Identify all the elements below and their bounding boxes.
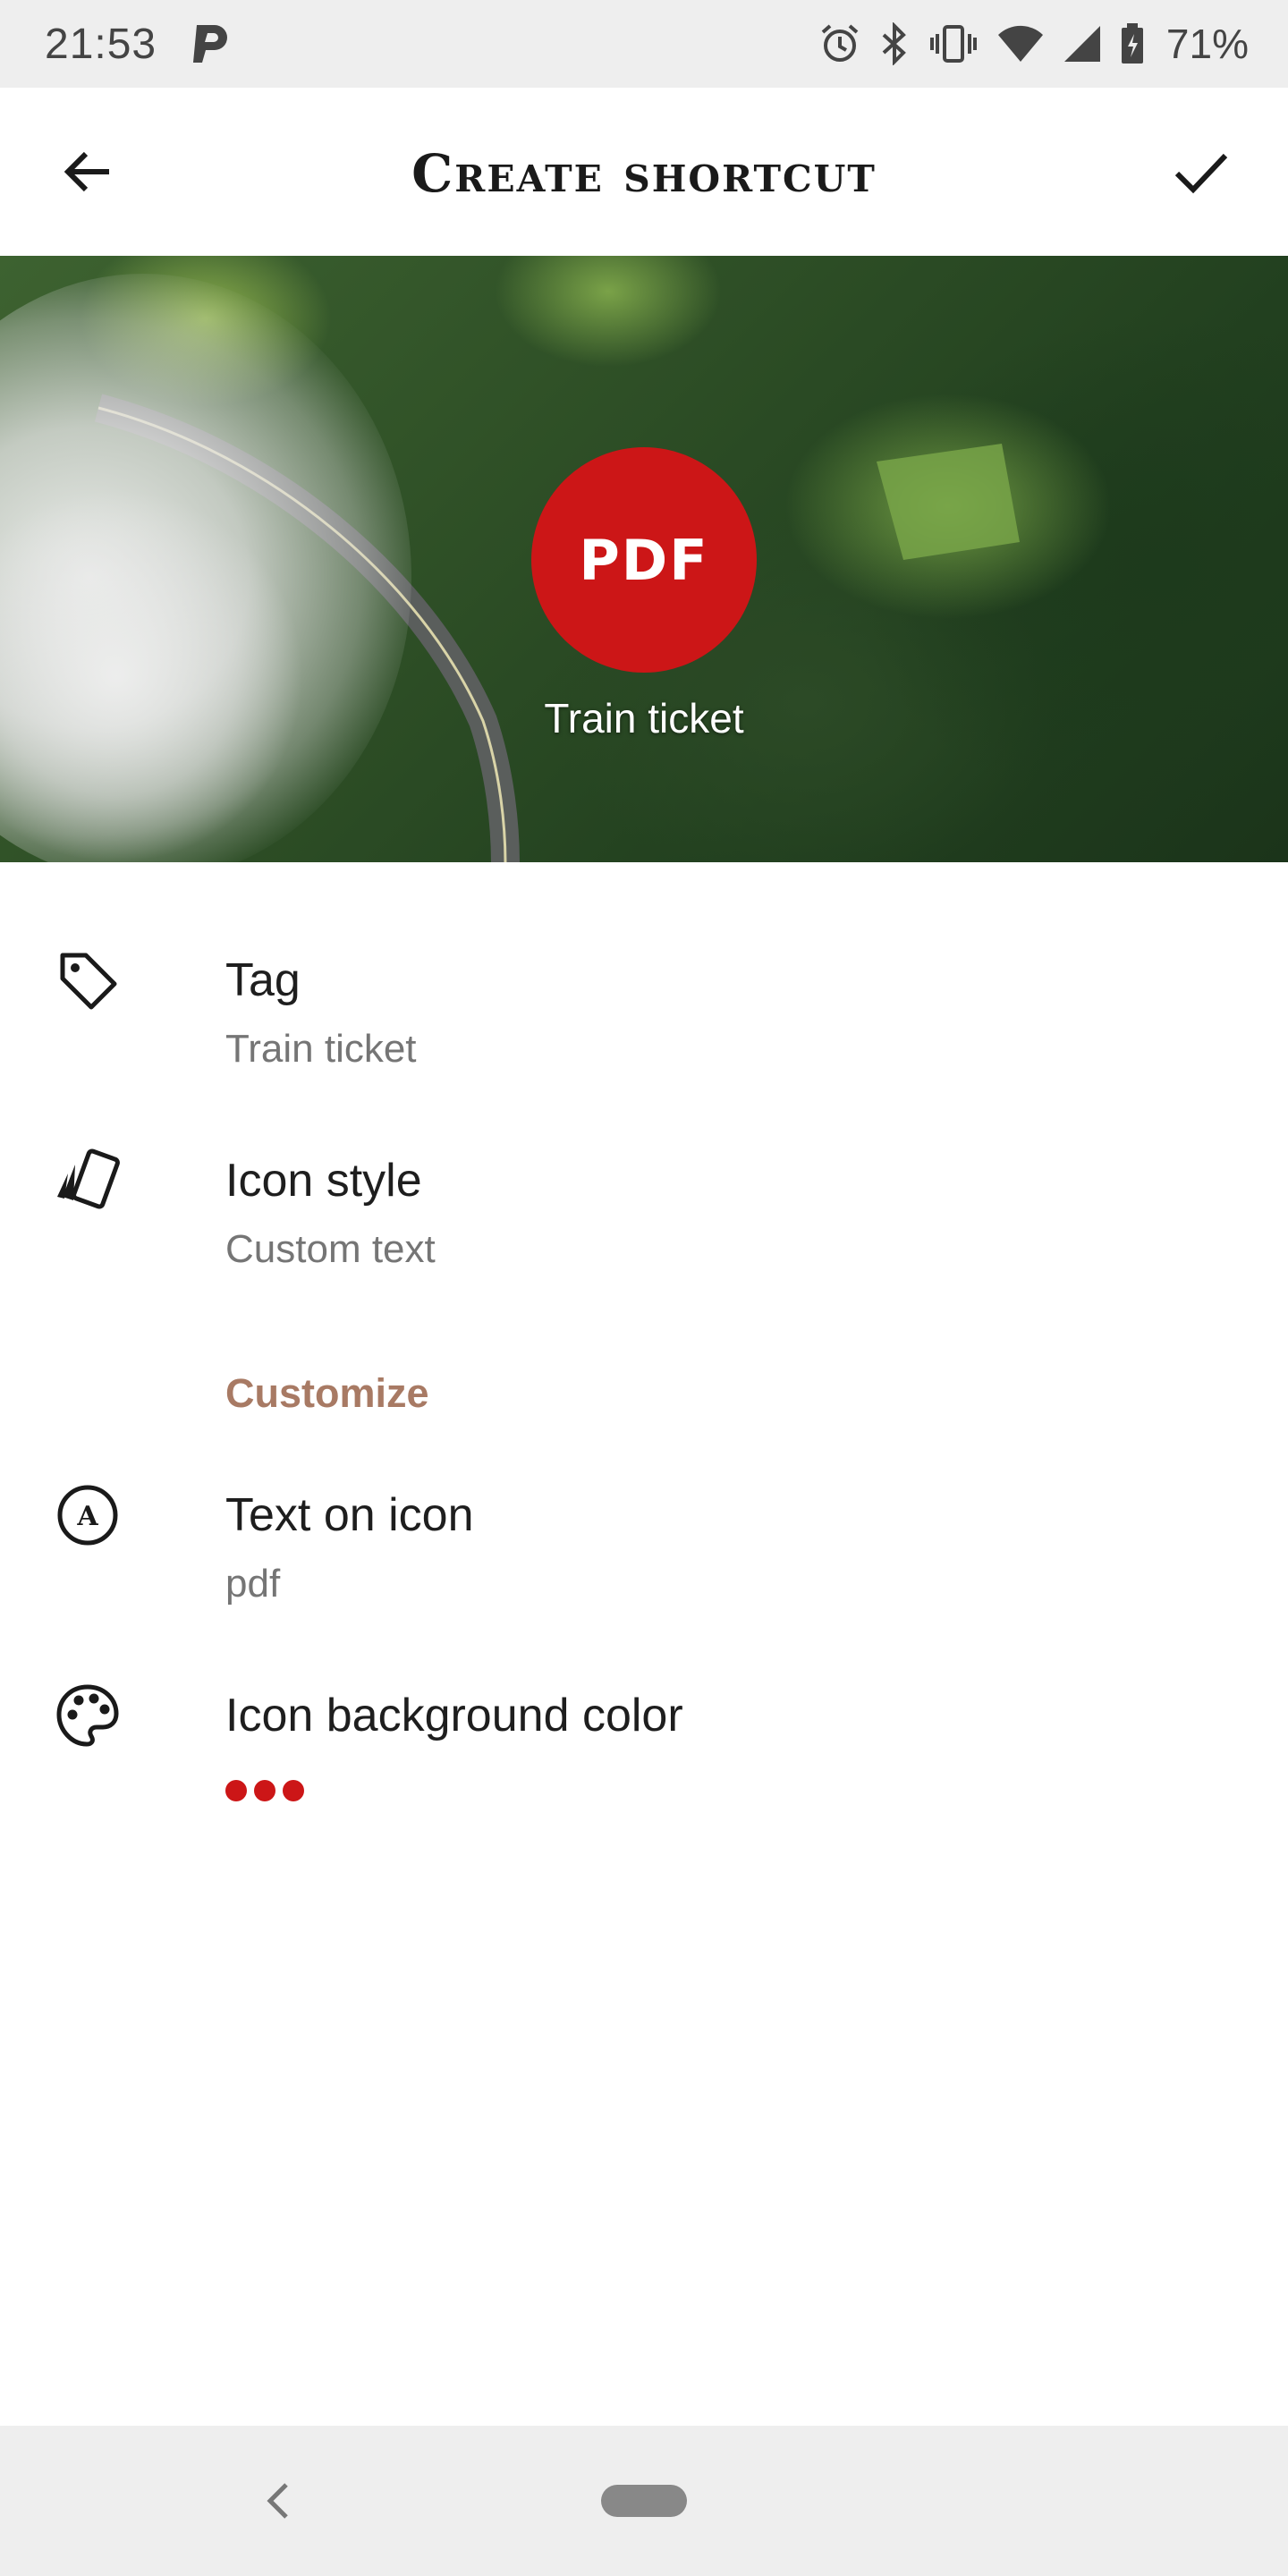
palette-icon [50,1678,125,1753]
icon-style-setting[interactable]: Icon style Custom text [0,1131,1288,1301]
icon-style-title: Icon style [225,1155,422,1207]
system-navigation-bar [0,2426,1288,2576]
tag-title: Tag [225,954,301,1006]
color-dot [225,1780,247,1801]
tag-value: Train ticket [225,1027,417,1071]
check-icon [1174,153,1228,194]
cell-signal-icon [1063,24,1102,64]
battery-percent: 71% [1165,21,1249,67]
customize-section-header: Customize [225,1370,429,1416]
shortcut-icon-preview: PDF [531,447,757,673]
nav-back-button[interactable] [256,2476,301,2526]
circle-letter-a-icon: A [50,1478,125,1553]
card-stack-icon [50,1143,125,1218]
alarm-icon [819,23,860,64]
tag-setting[interactable]: Tag Train ticket [0,930,1288,1100]
page-title: Create shortcut [411,143,877,204]
svg-text:A: A [76,1501,98,1532]
nav-back-icon [267,2483,288,2519]
icon-background-color-title: Icon background color [225,1690,683,1741]
parking-app-icon [191,21,231,66]
status-bar: 21:53 71% [0,0,1288,88]
color-swatch-preview [225,1780,304,1801]
icon-style-value: Custom text [225,1227,436,1271]
confirm-button[interactable] [1163,134,1238,209]
home-pill-icon[interactable] [601,2485,687,2517]
status-time: 21:53 [45,21,157,68]
shortcut-icon-text: PDF [579,527,709,593]
tag-icon [50,943,125,1018]
app-bar: Create shortcut [0,88,1288,256]
bluetooth-icon [878,22,911,65]
color-dot [254,1780,275,1801]
text-on-icon-setting[interactable]: A Text on icon pdf [0,1465,1288,1635]
shortcut-preview-banner: PDF Train ticket [0,256,1288,862]
text-on-icon-title: Text on icon [225,1489,474,1541]
shortcut-label: Train ticket [544,695,744,741]
wifi-icon [996,24,1045,64]
text-on-icon-value: pdf [225,1562,281,1606]
icon-background-color-setting[interactable]: Icon background color [0,1665,1288,1835]
battery-icon [1120,23,1145,64]
status-icons: 71% [819,18,1249,70]
vibrate-icon [928,23,979,64]
color-dot [283,1780,304,1801]
